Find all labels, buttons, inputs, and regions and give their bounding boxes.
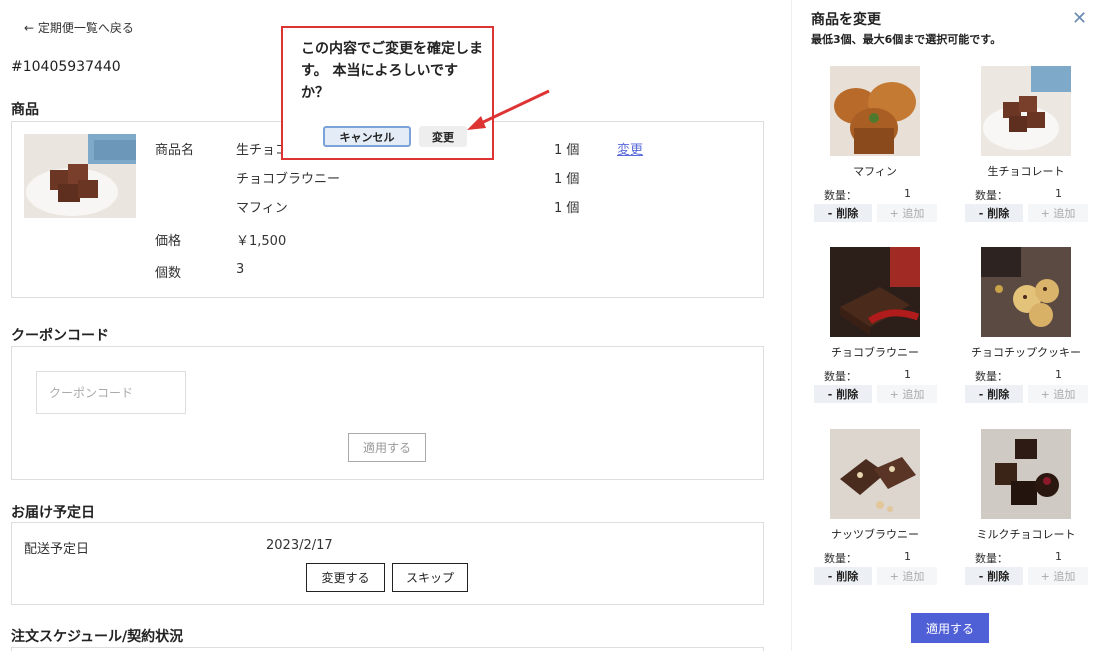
panel-apply-button[interactable]: 適用する: [911, 613, 989, 643]
nama-chocolate-image: [981, 66, 1071, 156]
product-item-qty: 1 個: [554, 143, 580, 158]
choco-chip-cookie-image: [981, 247, 1071, 337]
qty-value: 1: [904, 187, 911, 200]
qty-value: 1: [904, 368, 911, 381]
choco-brownie-image: [830, 247, 920, 337]
change-product-panel: 商品を変更 最低3個、最大6個まで選択可能です。 ✕ マフィン 数量： 1 - …: [791, 0, 1105, 651]
delivery-section-title: お届け予定日: [11, 505, 95, 521]
coupon-box: 適用する: [11, 346, 764, 480]
add-button[interactable]: + 追加: [1028, 204, 1088, 222]
schedule-section-title: 注文スケジュール/契約状況: [11, 629, 184, 645]
add-button[interactable]: + 追加: [877, 204, 937, 222]
product-item-name: マフィン: [236, 201, 288, 216]
product-name: チョコブラウニー: [831, 346, 919, 359]
delivery-date-label: 配送予定日: [24, 542, 90, 557]
product-card: マフィン 数量： 1 - 削除 + 追加: [814, 66, 964, 236]
qty-label: 数量：: [824, 552, 857, 565]
confirm-popup: この内容でご変更を確定します。 本当によろしいですか？ キャンセル 変更: [281, 26, 494, 160]
delivery-date-value: 2023/2/17: [266, 538, 333, 553]
qty-label: 数量：: [975, 370, 1008, 383]
qty-label: 数量：: [975, 189, 1008, 202]
product-name: ナッツブラウニー: [831, 528, 919, 541]
close-icon[interactable]: ✕: [1072, 8, 1087, 29]
add-button[interactable]: + 追加: [877, 385, 937, 403]
qty-value: 1: [1055, 368, 1062, 381]
delete-button[interactable]: - 削除: [814, 567, 872, 585]
product-card: チョコブラウニー 数量： 1 - 削除 + 追加: [814, 247, 964, 417]
milk-chocolate-image: [981, 429, 1071, 519]
order-id: #10405937440: [11, 59, 121, 75]
skip-button[interactable]: スキップ: [392, 563, 468, 592]
add-button[interactable]: + 追加: [877, 567, 937, 585]
delete-button[interactable]: - 削除: [965, 204, 1023, 222]
add-button[interactable]: + 追加: [1028, 385, 1088, 403]
delete-button[interactable]: - 削除: [965, 385, 1023, 403]
product-item-name: チョコブラウニー: [236, 172, 341, 187]
qty-value: 1: [904, 550, 911, 563]
panel-subtitle: 最低3個、最大6個まで選択可能です。: [811, 33, 1002, 46]
product-name: ミルクチョコレート: [976, 528, 1076, 541]
delete-button[interactable]: - 削除: [814, 385, 872, 403]
product-card: ナッツブラウニー 数量： 1 - 削除 + 追加: [814, 429, 964, 599]
qty-value: 1: [1055, 550, 1062, 563]
price-value: ￥1,500: [236, 234, 287, 249]
change-date-button[interactable]: 変更する: [306, 563, 385, 592]
cancel-button[interactable]: キャンセル: [323, 126, 411, 147]
change-product-link[interactable]: 変更: [617, 139, 643, 158]
nut-brownie-image: [830, 429, 920, 519]
count-value: 3: [236, 262, 245, 277]
coupon-apply-button[interactable]: 適用する: [348, 433, 426, 462]
back-link[interactable]: ← 定期便一覧へ戻る: [24, 19, 134, 36]
product-name: チョコチップクッキー: [971, 346, 1081, 359]
delete-button[interactable]: - 削除: [965, 567, 1023, 585]
product-card: チョコチップクッキー 数量： 1 - 削除 + 追加: [965, 247, 1105, 417]
product-name-label: 商品名: [155, 143, 195, 158]
confirm-change-button[interactable]: 変更: [419, 126, 467, 147]
qty-value: 1: [1055, 187, 1062, 200]
coupon-section-title: クーポンコード: [11, 328, 109, 344]
product-name: マフィン: [853, 165, 897, 178]
confirm-message: この内容でご変更を確定します。 本当によろしいですか？: [301, 41, 483, 101]
muffin-image: [830, 66, 920, 156]
panel-title: 商品を変更: [811, 12, 881, 28]
product-card: 生チョコレート 数量： 1 - 削除 + 追加: [965, 66, 1105, 236]
nama-choco-image: [24, 134, 136, 218]
product-section-title: 商品: [11, 102, 39, 118]
delete-button[interactable]: - 削除: [814, 204, 872, 222]
qty-label: 数量：: [824, 370, 857, 383]
product-item-qty: 1 個: [554, 201, 580, 216]
product-name: 生チョコレート: [987, 165, 1065, 178]
price-label: 価格: [155, 234, 182, 249]
qty-label: 数量：: [824, 189, 857, 202]
delivery-box: 配送予定日 2023/2/17 変更する スキップ: [11, 522, 764, 605]
product-card: ミルクチョコレート 数量： 1 - 削除 + 追加: [965, 429, 1105, 599]
schedule-box: [11, 647, 764, 651]
product-item-qty: 1 個: [554, 172, 580, 187]
count-label: 個数: [155, 266, 182, 281]
coupon-input[interactable]: [36, 371, 186, 414]
add-button[interactable]: + 追加: [1028, 567, 1088, 585]
qty-label: 数量：: [975, 552, 1008, 565]
